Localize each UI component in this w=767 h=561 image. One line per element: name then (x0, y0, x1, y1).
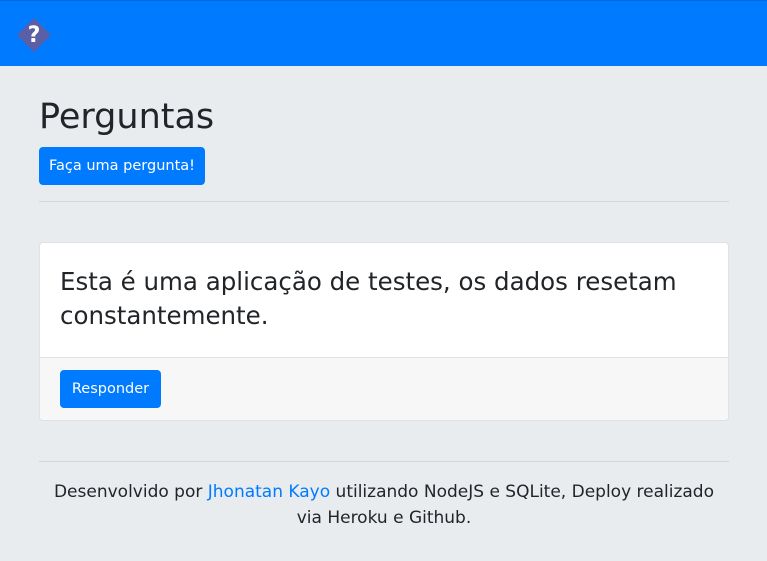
page-title: Perguntas (39, 97, 215, 137)
answer-button[interactable]: Responder (60, 370, 161, 408)
divider (39, 201, 729, 202)
logo-glyph: ? (28, 23, 41, 48)
footer-suffix: utilizando NodeJS e SQLite, Deploy reali… (296, 482, 715, 528)
question-text: Esta é uma aplicação de testes, os dados… (60, 267, 677, 330)
footer-divider (39, 461, 729, 462)
navbar: ? (0, 0, 767, 66)
ask-question-button[interactable]: Faça uma pergunta! (39, 147, 205, 185)
question-card: Esta é uma aplicação de testes, os dados… (39, 242, 729, 421)
footer-credits: Desenvolvido por Jhonatan Kayo utilizand… (39, 479, 729, 531)
footer-prefix: Desenvolvido por (53, 482, 208, 502)
author-link[interactable]: Jhonatan Kayo (208, 482, 330, 502)
question-card-body: Esta é uma aplicação de testes, os dados… (40, 243, 728, 357)
question-card-footer: Responder (40, 357, 728, 420)
question-diamond-icon[interactable]: ? (15, 16, 53, 54)
